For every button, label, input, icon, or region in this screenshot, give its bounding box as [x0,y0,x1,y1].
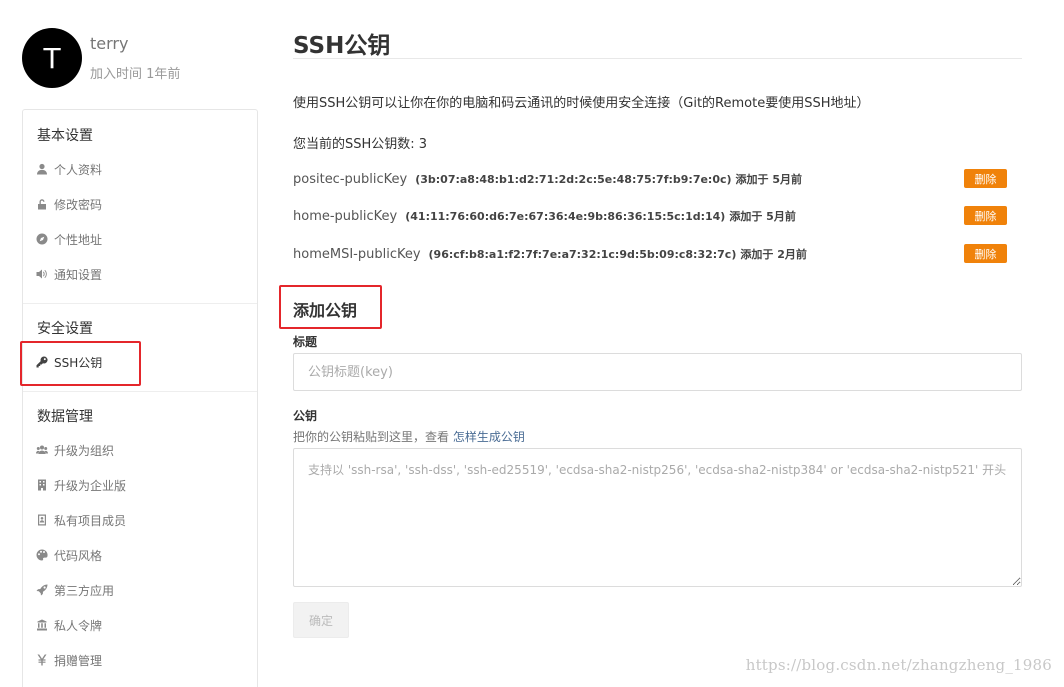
watermark: https://blog.csdn.net/zhangzheng_1986 [745,656,1052,674]
token-icon [35,618,49,632]
ssh-description: 使用SSH公钥可以让你在你的电脑和码云通讯的时候使用安全连接（Git的Remot… [293,96,870,111]
sidebar-item-label: 修改密码 [54,197,103,212]
member-card-icon [35,513,49,527]
ssh-key-added-time: 添加于 5月前 [735,173,803,186]
compass-icon [35,232,49,246]
sidebar-item-label: 个性地址 [54,232,103,247]
sidebar-item-label: 升级为组织 [54,443,115,458]
group-title-basic: 基本设置 [37,128,93,144]
sidebar-divider [23,303,257,304]
delete-key-button[interactable]: 删除 [964,169,1007,188]
rocket-icon [35,583,49,597]
confirm-button[interactable]: 确定 [293,602,349,638]
sidebar-item-upgrade-org[interactable]: 升级为组织 [35,439,114,461]
sidebar-item-label: 代码风格 [54,548,103,563]
ssh-key-added-time: 添加于 2月前 [740,248,807,261]
delete-key-button[interactable]: 删除 [964,206,1007,225]
ssh-key-row: home-publicKey (41:11:76:60:d6:7e:67:36:… [293,206,1007,226]
ssh-key-row: homeMSI-publicKey (96:cf:b8:a1:f2:7f:7e:… [293,244,1007,264]
ssh-key-fingerprint: (3b:07:a8:48:b1:d2:71:2d:2c:5e:48:75:7f:… [415,172,732,186]
user-name[interactable]: terry [90,34,180,53]
sidebar-item-private-tokens[interactable]: 私人令牌 [35,614,102,636]
lock-icon [35,197,49,211]
ssh-key-count: 您当前的SSH公钥数: 3 [293,137,428,152]
user-joined-time: 加入时间 1年前 [90,67,181,82]
key-title-label: 标题 [293,335,318,349]
ssh-key-name: positec-publicKey [293,171,408,187]
delete-key-button[interactable]: 删除 [964,244,1007,263]
ssh-key-added-time: 添加于 5月前 [729,210,796,223]
sidebar-item-label: 第三方应用 [54,583,115,598]
public-key-hint: 把你的公钥粘贴到这里，查看 怎样生成公钥 [293,428,525,445]
page-title: SSH公钥 [293,33,391,59]
key-title-input[interactable] [293,353,1022,391]
ssh-key-name: homeMSI-publicKey [293,246,421,262]
palette-icon [35,548,49,562]
user-info: terry 加入时间 1年前 [90,34,180,82]
sidebar-item-label: 个人资料 [54,162,103,177]
sidebar-item-personal-url[interactable]: 个性地址 [35,228,102,250]
sidebar-item-notifications[interactable]: 通知设置 [35,263,102,285]
avatar[interactable]: T [22,28,82,88]
sidebar-item-label: 私人令牌 [54,618,103,633]
highlight-box-add-key [279,285,382,329]
sidebar-divider [23,391,257,392]
sidebar-item-private-members[interactable]: 私有项目成员 [35,509,126,531]
hint-text: 把你的公钥粘贴到这里，查看 [293,430,450,444]
public-key-label: 公钥 [293,409,318,423]
user-profile: T terry 加入时间 1年前 [22,28,180,88]
sidebar-item-donation[interactable]: 捐赠管理 [35,649,102,671]
sidebar-item-upgrade-enterprise[interactable]: 升级为企业版 [35,474,126,496]
settings-sidebar: 基本设置 个人资料 修改密码 个性地址 通知设置 安全设置 SSH公钥 数据管理… [22,109,258,687]
sidebar-item-profile[interactable]: 个人资料 [35,158,102,180]
group-title-security: 安全设置 [37,321,93,337]
speaker-icon [35,267,49,281]
sidebar-item-third-party-apps[interactable]: 第三方应用 [35,579,114,601]
ssh-key-fingerprint: (41:11:76:60:d6:7e:67:36:4e:9b:86:36:15:… [405,209,726,223]
group-icon [35,443,49,457]
highlight-box-ssh-nav [20,341,141,386]
avatar-letter: T [43,41,61,75]
ssh-key-row: positec-publicKey (3b:07:a8:48:b1:d2:71:… [293,169,1007,189]
how-to-generate-key-link[interactable]: 怎样生成公钥 [453,430,525,444]
group-title-data: 数据管理 [37,409,93,425]
public-key-textarea[interactable] [293,448,1022,587]
sidebar-item-label: 私有项目成员 [54,513,127,528]
sidebar-item-label: 升级为企业版 [54,478,127,493]
ssh-key-fingerprint: (96:cf:b8:a1:f2:7f:7e:a7:32:1c:9d:5b:09:… [428,247,737,261]
building-icon [35,478,49,492]
sidebar-item-password[interactable]: 修改密码 [35,193,102,215]
sidebar-item-code-style[interactable]: 代码风格 [35,544,102,566]
sidebar-item-label: 捐赠管理 [54,653,103,668]
user-icon [35,162,49,176]
title-divider [293,58,1022,59]
ssh-key-name: home-publicKey [293,208,398,224]
yen-icon [35,653,49,667]
sidebar-item-label: 通知设置 [54,267,103,282]
